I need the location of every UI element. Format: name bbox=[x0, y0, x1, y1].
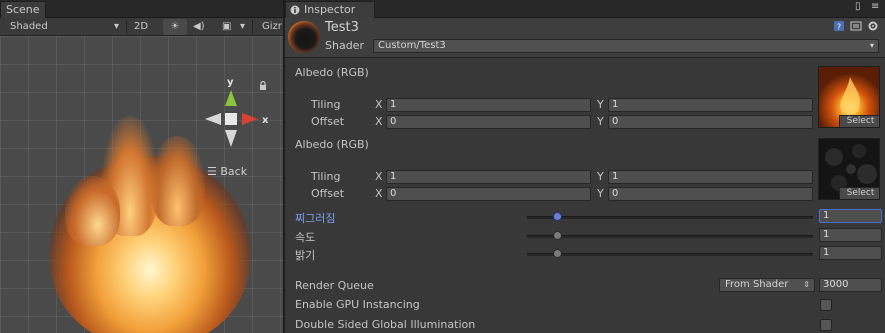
texture-1-tiling-label: Tiling bbox=[311, 98, 341, 111]
render-queue-mode-value: From Shader bbox=[725, 279, 789, 290]
tab-scene[interactable]: Scene bbox=[0, 1, 46, 18]
slider-brightness-track[interactable] bbox=[527, 253, 813, 256]
texture-1-offset-x-label: X bbox=[375, 115, 383, 128]
gear-icon[interactable] bbox=[867, 20, 879, 32]
effects-dropdown-arrow-icon[interactable]: ▾ bbox=[240, 19, 245, 35]
sun-icon: ☀ bbox=[170, 21, 180, 32]
slider-brightness-value-field[interactable]: 1 bbox=[819, 246, 882, 260]
flame-tongue bbox=[65, 176, 120, 246]
texture-2-tiling-x-label: X bbox=[375, 170, 383, 183]
texture-2-tiling-y-field[interactable]: 1 bbox=[608, 170, 813, 184]
svg-text:?: ? bbox=[837, 23, 841, 32]
info-icon bbox=[290, 5, 300, 15]
texture-2-slot[interactable]: Select bbox=[818, 138, 880, 200]
tab-inspector[interactable]: Inspector bbox=[285, 1, 375, 18]
gizmo-neg-y-cone[interactable] bbox=[225, 130, 237, 147]
render-queue-label: Render Queue bbox=[295, 279, 374, 292]
gpu-instancing-checkbox[interactable] bbox=[820, 299, 832, 311]
slider-distortion-label: 찌그러짐 bbox=[295, 212, 336, 225]
double-sided-gi-checkbox[interactable] bbox=[820, 319, 832, 331]
gizmo-y-axis-cone[interactable] bbox=[225, 90, 237, 106]
render-queue-value-field[interactable]: 3000 bbox=[819, 278, 882, 292]
texture-2-offset-x-label: X bbox=[375, 187, 383, 200]
view-direction-label[interactable]: ☰ Back bbox=[207, 165, 247, 178]
scene-tab-bar: Scene bbox=[0, 0, 283, 18]
double-sided-gi-label: Double Sided Global Illumination bbox=[295, 318, 476, 331]
shader-value: Custom/Test3 bbox=[378, 40, 446, 51]
texture-1-offset-y-label: Y bbox=[597, 115, 604, 128]
render-queue-mode-dropdown[interactable]: From Shader ⇕ bbox=[719, 278, 815, 292]
flame-tongue bbox=[150, 136, 205, 226]
dropdown-arrow-icon[interactable]: ▾ bbox=[114, 19, 119, 35]
speaker-icon: ◀) bbox=[193, 21, 205, 32]
lighting-toggle[interactable]: ☀ bbox=[163, 19, 187, 35]
texture-1-slot[interactable]: Select bbox=[818, 66, 880, 128]
chevron-down-icon: ▾ bbox=[869, 41, 874, 50]
orientation-gizmo[interactable]: y x bbox=[200, 76, 280, 151]
gizmo-neg-x-cone[interactable] bbox=[205, 113, 221, 125]
texture-2-tiling-label: Tiling bbox=[311, 170, 341, 183]
panel-menu-icon[interactable]: ≡ bbox=[871, 1, 879, 12]
slider-brightness-label: 밝기 bbox=[295, 249, 316, 262]
presets-icon[interactable] bbox=[850, 20, 862, 32]
gizmo-y-label: y bbox=[227, 77, 234, 88]
audio-toggle[interactable]: ◀) bbox=[193, 19, 205, 35]
texture-2-offset-y-field[interactable]: 0 bbox=[608, 187, 813, 201]
texture-2-offset-y-label: Y bbox=[597, 187, 604, 200]
hamburger-icon: ☰ bbox=[207, 165, 217, 178]
texture-1-tiling-x-label: X bbox=[375, 98, 383, 111]
slider-distortion-value-field[interactable]: 1 bbox=[819, 209, 882, 223]
shader-dropdown[interactable]: Custom/Test3 ▾ bbox=[373, 39, 879, 53]
slider-distortion-track[interactable] bbox=[527, 216, 813, 219]
texture-1-select-button[interactable]: Select bbox=[839, 115, 879, 127]
slider-speed-thumb[interactable] bbox=[553, 231, 563, 240]
texture-1-offset-label: Offset bbox=[311, 115, 345, 128]
toolbar-divider bbox=[252, 20, 253, 34]
gizmos-dropdown[interactable]: Gizr bbox=[262, 19, 282, 35]
gizmo-x-label: x bbox=[262, 115, 269, 126]
texture-1-tiling-x-field[interactable]: 1 bbox=[386, 98, 591, 112]
slider-speed-label: 속도 bbox=[295, 231, 316, 244]
material-name: Test3 bbox=[325, 20, 359, 35]
mode-2d-toggle[interactable]: 2D bbox=[134, 19, 148, 35]
tab-inspector-label: Inspector bbox=[304, 3, 356, 16]
texture-2-select-button[interactable]: Select bbox=[839, 187, 879, 199]
gizmo-x-axis-cone[interactable] bbox=[242, 113, 258, 125]
inspector-lock-icon[interactable]: ▯ bbox=[855, 1, 861, 12]
lock-icon[interactable] bbox=[259, 81, 267, 91]
gizmo-center-cube[interactable] bbox=[225, 113, 237, 125]
slider-speed-value-field[interactable]: 1 bbox=[819, 228, 882, 242]
gpu-instancing-label: Enable GPU Instancing bbox=[295, 298, 420, 311]
scene-viewport[interactable]: y x ☰ Back bbox=[0, 36, 283, 333]
texture-2-tiling-y-label: Y bbox=[597, 170, 604, 183]
texture-1-label: Albedo (RGB) bbox=[295, 66, 369, 79]
slider-speed-track[interactable] bbox=[527, 235, 813, 238]
slider-distortion-thumb[interactable] bbox=[553, 212, 563, 221]
updown-arrow-icon: ⇕ bbox=[803, 280, 810, 289]
slider-brightness-thumb[interactable] bbox=[553, 249, 563, 258]
texture-2-offset-x-field[interactable]: 0 bbox=[386, 187, 591, 201]
scene-toolbar: Shaded ▾ 2D ☀ ◀) ▣ ▾ Gizr bbox=[0, 18, 283, 36]
inspector-tab-bar: Inspector ▯ ≡ bbox=[285, 0, 885, 18]
draw-mode-dropdown[interactable]: Shaded bbox=[10, 19, 48, 35]
view-direction-text: Back bbox=[220, 165, 248, 178]
texture-2-label: Albedo (RGB) bbox=[295, 138, 369, 151]
image-icon: ▣ bbox=[222, 21, 232, 32]
toolbar-divider bbox=[126, 20, 127, 34]
effects-toggle[interactable]: ▣ bbox=[222, 19, 231, 35]
material-preview-thumbnail bbox=[288, 21, 320, 53]
texture-1-tiling-y-field[interactable]: 1 bbox=[608, 98, 813, 112]
texture-1-offset-x-field[interactable]: 0 bbox=[386, 115, 591, 129]
texture-2-offset-label: Offset bbox=[311, 187, 345, 200]
texture-1-tiling-y-label: Y bbox=[597, 98, 604, 111]
scene-panel: Scene Shaded ▾ 2D ☀ ◀) ▣ ▾ Gizr y x ☰ Ba… bbox=[0, 0, 283, 333]
shader-label: Shader bbox=[325, 39, 364, 52]
inspector-panel: Inspector ▯ ≡ Test3 ? Shader Custom/Test… bbox=[285, 0, 885, 333]
texture-1-offset-y-field[interactable]: 0 bbox=[608, 115, 813, 129]
help-book-icon[interactable]: ? bbox=[833, 20, 845, 32]
texture-2-tiling-x-field[interactable]: 1 bbox=[386, 170, 591, 184]
material-header: Test3 ? Shader Custom/Test3 ▾ bbox=[285, 18, 885, 58]
